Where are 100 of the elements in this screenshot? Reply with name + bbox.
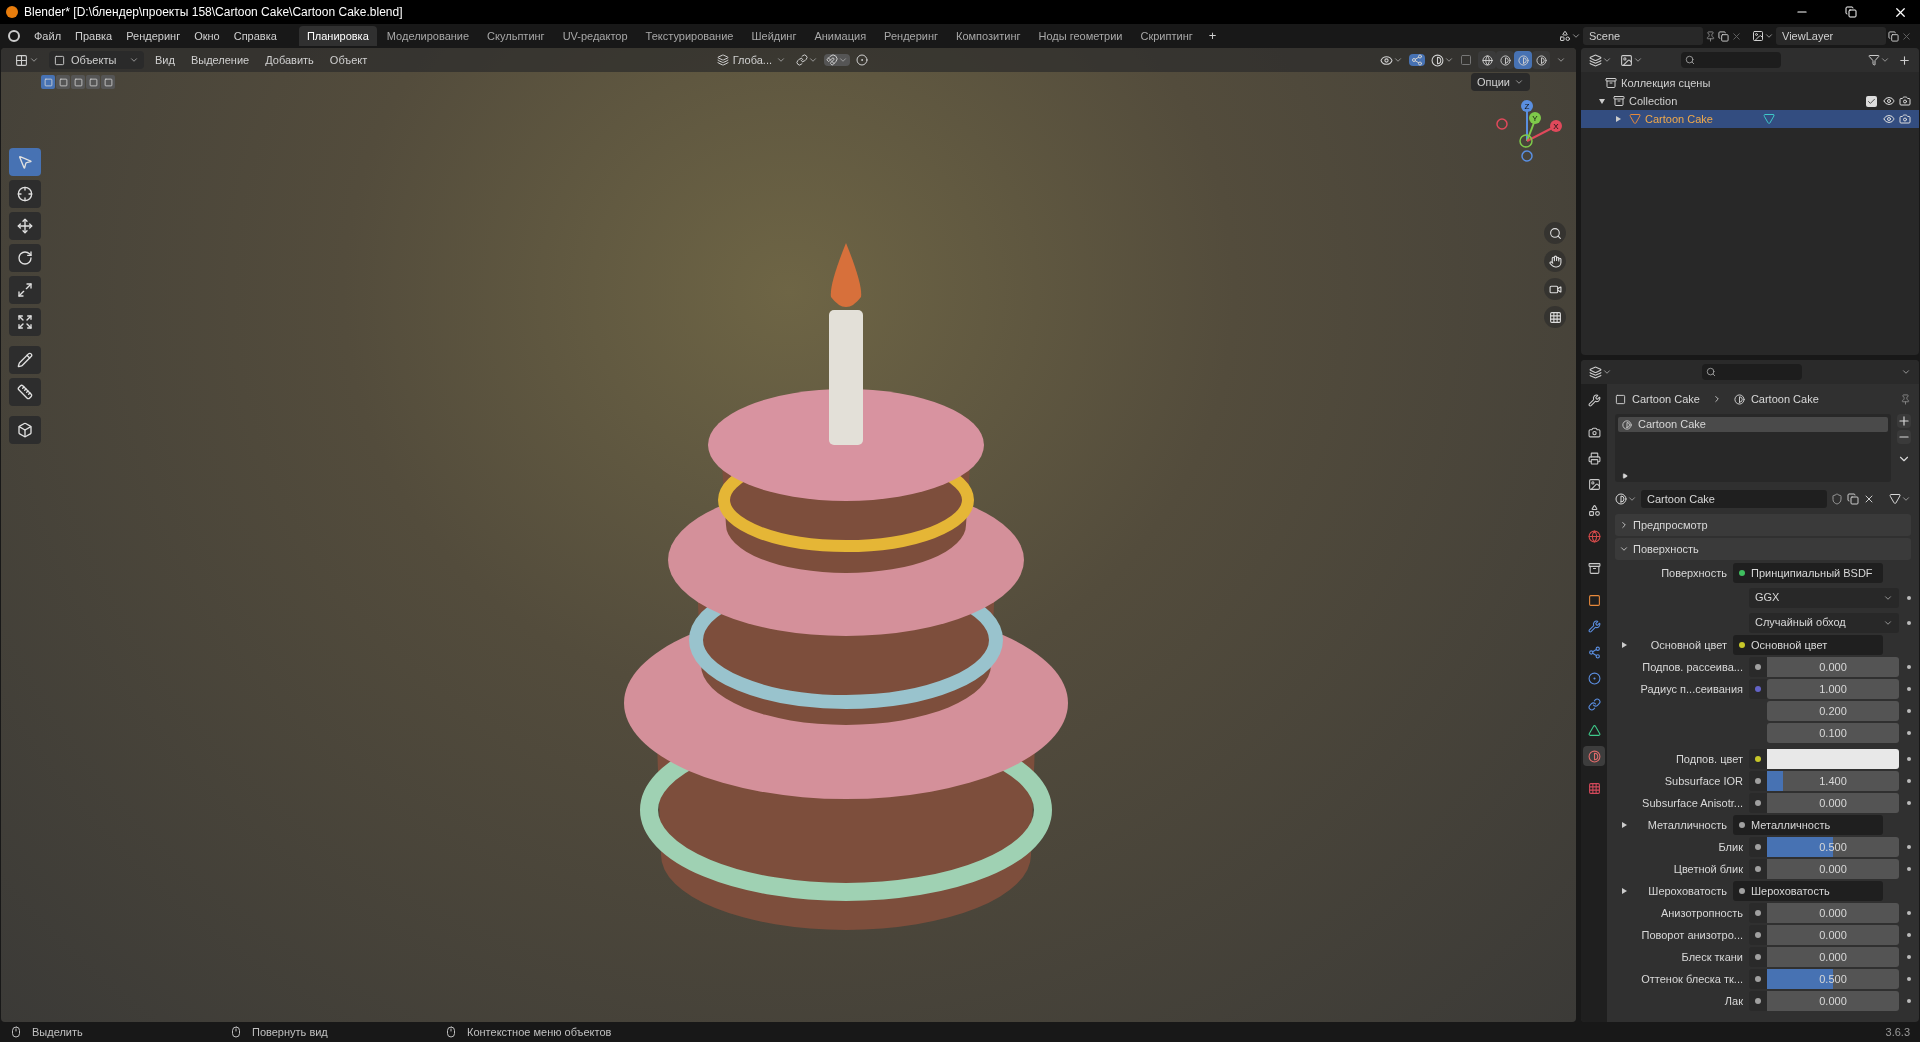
workspace-tab[interactable]: Композитинг [948,26,1029,46]
navigation-button[interactable] [1544,222,1566,244]
material-browse-button[interactable] [1615,493,1637,505]
add-workspace-button[interactable]: + [1202,26,1223,46]
workspace-tab[interactable]: Скульптинг [479,26,553,46]
breadcrumb-item[interactable]: Cartoon Cake [1750,390,1819,408]
value-field[interactable]: 0.000 [1767,947,1899,967]
breadcrumb-item[interactable]: Cartoon Cake [1632,390,1700,408]
tool-button[interactable] [9,276,41,304]
tool-button[interactable] [9,244,41,272]
collapsed-triangle-icon[interactable] [1621,642,1627,648]
select-mode-button[interactable] [86,75,100,89]
menu-item[interactable]: Объект [324,51,373,69]
eye-icon[interactable] [1883,113,1895,125]
workspace-tab[interactable]: Анимация [806,26,875,46]
options-dropdown[interactable]: Опции [1470,73,1530,91]
dropdown[interactable]: GGX [1749,587,1899,608]
outliner-row[interactable]: Collection [1581,92,1919,110]
select-mode-button[interactable] [56,75,70,89]
mode-dropdown[interactable]: Объекты [49,51,144,69]
checkbox[interactable] [1866,95,1877,107]
value-field[interactable]: 0.000 [1767,925,1899,945]
menu-item[interactable]: Окно [188,27,226,45]
value-slider[interactable]: 1.400 [1767,771,1899,791]
workspace-tab[interactable]: Планировка [298,26,377,46]
remove-slot-icon[interactable] [1897,430,1911,444]
workspace-tab[interactable]: Рендеринг [876,26,947,46]
duplicate-icon[interactable] [1847,493,1859,505]
collapsed-triangle-icon[interactable] [1621,822,1627,828]
node-link-field[interactable]: Основной цвет [1733,635,1883,655]
blender-logo-icon[interactable] [8,30,20,42]
restore-icon[interactable] [1845,6,1857,18]
menu-item[interactable]: Рендеринг [120,27,187,45]
scene-field[interactable]: Scene [1583,27,1703,45]
workspace-tab[interactable]: UV-редактор [554,26,636,46]
unlink-icon[interactable] [1863,493,1875,505]
node-link-field[interactable]: Металличность [1733,815,1883,835]
search-field[interactable] [1702,364,1802,380]
workspace-tab[interactable]: Моделирование [378,26,478,46]
new-scene-icon[interactable] [1718,30,1729,42]
navigation-button[interactable] [1544,306,1566,328]
panel-header[interactable]: Предпросмотр [1615,514,1911,536]
collapsed-triangle-icon[interactable] [1615,116,1621,122]
axis-gizmo-drawing[interactable]: Z Y X [1494,98,1564,168]
pivot-button[interactable] [796,54,818,66]
new-collection-icon[interactable] [1898,53,1911,67]
node-link-field[interactable]: Шероховатость [1733,881,1883,901]
display-mode-button[interactable] [1620,53,1643,67]
new-view-layer-icon[interactable] [1888,30,1899,42]
value-slider[interactable]: 0.500 [1767,837,1899,857]
value-field[interactable]: 0.100 [1767,723,1899,743]
navigation-button[interactable] [1544,250,1566,272]
search-field[interactable] [1681,52,1781,68]
camera-icon[interactable] [1899,95,1911,107]
material-name-field[interactable]: Cartoon Cake [1641,490,1827,508]
workspace-tab[interactable]: Скриптинг [1132,26,1201,46]
tool-button[interactable] [9,212,41,240]
snap-button[interactable] [824,54,850,66]
expanded-triangle-icon[interactable] [1599,98,1605,104]
node-link-field[interactable]: Принципиальный BSDF [1733,563,1883,583]
visibility-button[interactable] [1380,53,1403,67]
value-field[interactable]: 0.000 [1767,991,1899,1011]
menu-item[interactable]: Выделение [185,51,255,69]
shading-button[interactable] [1514,51,1532,69]
shading-button[interactable] [1532,51,1550,69]
outliner-row[interactable]: Cartoon Cake [1581,110,1919,128]
property-tab[interactable] [1583,746,1605,766]
fake-user-icon[interactable] [1831,493,1843,505]
eye-icon[interactable] [1883,95,1895,107]
value-field[interactable]: 0.000 [1767,859,1899,879]
workspace-tab[interactable]: Шейдинг [743,26,805,46]
pin-icon[interactable] [1705,30,1716,42]
menu-item[interactable]: Справка [227,27,283,45]
panel-header[interactable]: Поверхность [1615,538,1911,560]
value-slider[interactable]: 0.500 [1767,969,1899,989]
camera-icon[interactable] [1899,113,1911,125]
tool-button[interactable] [9,416,41,444]
select-mode-button[interactable] [101,75,115,89]
value-field[interactable]: 0.000 [1767,793,1899,813]
tool-button[interactable] [9,378,41,406]
overlay-button[interactable] [1431,53,1454,67]
value-field[interactable]: 0.200 [1767,701,1899,721]
select-mode-button[interactable] [41,75,55,89]
material-slot[interactable]: Cartoon Cake [1618,417,1888,432]
orientation-dropdown[interactable]: Глоба... [712,51,790,69]
scene-browse-button[interactable] [1559,30,1581,42]
menu-item[interactable]: Правка [69,27,119,45]
value-field[interactable]: 1.000 [1767,679,1899,699]
editor-type-button[interactable] [1589,365,1612,379]
dropdown[interactable]: Случайный обход [1749,612,1899,633]
expand-triangle-icon[interactable] [1622,473,1628,479]
add-slot-icon[interactable] [1897,414,1911,428]
workspace-tab[interactable]: Ноды геометрии [1030,26,1131,46]
filter-button[interactable] [1868,54,1890,66]
select-mode-button[interactable] [71,75,85,89]
menu-item[interactable]: Вид [150,51,180,69]
value-field[interactable]: 0.000 [1767,657,1899,677]
viewport[interactable]: Объекты Вид Выделение Добавить Объект Глоба... Опции Z Y X [1,48,1576,1022]
pin-icon[interactable] [1900,393,1911,405]
menu-item[interactable]: Добавить [260,51,319,69]
